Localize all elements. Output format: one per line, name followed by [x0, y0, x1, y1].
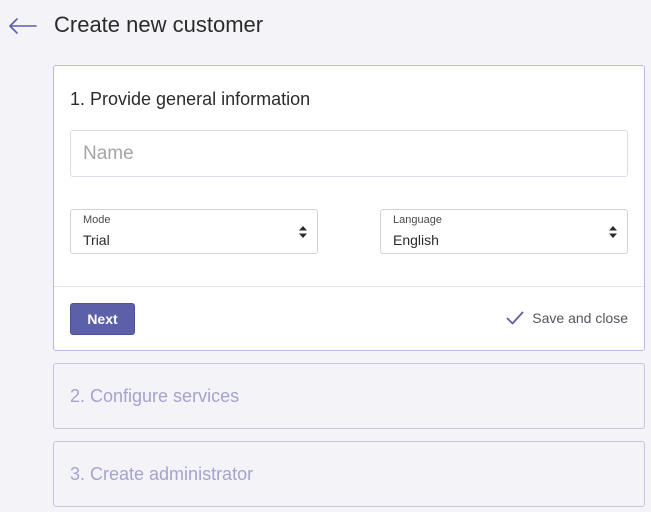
back-button[interactable]	[6, 12, 38, 40]
language-select[interactable]: Language English	[380, 209, 628, 254]
step-1-card: 1. Provide general information Mode Tria…	[53, 65, 645, 351]
mode-select-value: Trial	[83, 232, 110, 248]
page: Create new customer 1. Provide general i…	[0, 0, 651, 512]
page-header: Create new customer	[0, 0, 651, 52]
divider	[54, 286, 644, 287]
step-3-title: 3. Create administrator	[70, 464, 254, 484]
page-title: Create new customer	[54, 12, 264, 37]
name-input[interactable]	[70, 130, 628, 177]
step-2-card[interactable]: 2. Configure services	[53, 363, 645, 429]
step-2-title: 2. Configure services	[70, 386, 240, 406]
save-and-close-button[interactable]: Save and close	[506, 306, 628, 330]
mode-select[interactable]: Mode Trial	[70, 209, 318, 254]
arrow-left-icon	[9, 18, 37, 34]
mode-select-label: Mode	[83, 214, 111, 226]
save-and-close-label: Save and close	[532, 310, 628, 326]
next-button[interactable]: Next	[70, 303, 135, 335]
step-1-title: 1. Provide general information	[70, 89, 311, 109]
step-3-card[interactable]: 3. Create administrator	[53, 441, 645, 507]
sort-arrows-icon	[609, 226, 617, 238]
checkmark-icon	[506, 311, 524, 325]
language-select-label: Language	[393, 214, 442, 226]
sort-arrows-icon	[299, 226, 307, 238]
language-select-value: English	[393, 232, 439, 248]
